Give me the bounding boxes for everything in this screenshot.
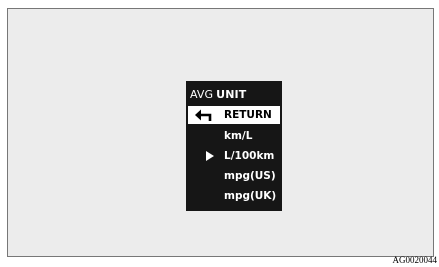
figure-id: AG0020044 xyxy=(392,255,438,265)
menu-item-label: L/100km xyxy=(224,149,275,162)
menu-item-label: RETURN xyxy=(224,108,272,121)
menu-item-mpg-uk[interactable]: mpg(UK) xyxy=(188,187,280,205)
return-arrow-icon xyxy=(195,109,212,121)
menu-item-return[interactable]: RETURN xyxy=(188,106,280,124)
pointer-triangle-icon xyxy=(206,151,214,161)
menu-item-l-per-100km[interactable]: L/100km xyxy=(188,147,280,165)
menu-title-avg: AVG xyxy=(190,87,214,101)
menu-item-label: km/L xyxy=(224,129,253,142)
display-frame: AVG UNIT RETURN km/L L/100km mpg(US) mpg… xyxy=(7,8,434,257)
menu-item-km-per-l[interactable]: km/L xyxy=(188,127,280,145)
menu-item-mpg-us[interactable]: mpg(US) xyxy=(188,167,280,185)
menu-item-label: mpg(US) xyxy=(224,169,276,182)
menu-title-unit: UNIT xyxy=(216,87,247,101)
avg-unit-menu: AVG UNIT RETURN km/L L/100km mpg(US) mpg… xyxy=(186,81,282,211)
menu-title: AVG UNIT xyxy=(190,85,280,103)
menu-item-label: mpg(UK) xyxy=(224,189,277,202)
